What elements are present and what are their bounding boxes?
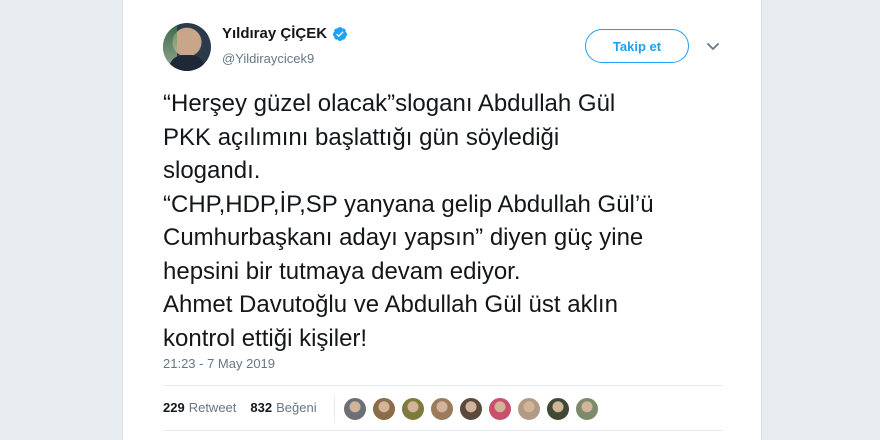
- liker-avatar[interactable]: [546, 397, 570, 421]
- liker-avatars: [343, 397, 604, 421]
- liker-avatar[interactable]: [401, 397, 425, 421]
- tweet-text: “Herşey güzel olacak”sloganı Abdullah Gü…: [163, 90, 654, 352]
- tweet-timestamp[interactable]: 21:23 - 7 May 2019: [163, 356, 275, 371]
- verified-badge-icon: [333, 26, 348, 41]
- divider-top: [163, 385, 723, 386]
- tweet-stats: 229 Retweet 832 Beğeni: [163, 400, 317, 415]
- like-count[interactable]: 832: [250, 400, 272, 415]
- liker-avatar[interactable]: [517, 397, 541, 421]
- stats-divider: [334, 395, 335, 423]
- author-name-row: Yıldıray ÇİÇEK: [222, 25, 348, 42]
- author-handle[interactable]: @Yildiraycicek9: [222, 51, 314, 66]
- liker-avatar[interactable]: [459, 397, 483, 421]
- liker-avatar[interactable]: [343, 397, 367, 421]
- follow-button[interactable]: Takip et: [585, 29, 689, 63]
- divider-bottom: [163, 430, 723, 431]
- chevron-down-icon[interactable]: [705, 38, 721, 54]
- avatar-shirt: [169, 55, 205, 71]
- liker-avatar[interactable]: [430, 397, 454, 421]
- author-name[interactable]: Yıldıray ÇİÇEK: [222, 25, 327, 42]
- tweet-card: Yıldıray ÇİÇEK @Yildiraycicek9 Takip et …: [122, 0, 762, 440]
- like-label[interactable]: Beğeni: [276, 400, 316, 415]
- liker-avatar[interactable]: [372, 397, 396, 421]
- retweet-count[interactable]: 229: [163, 400, 185, 415]
- retweet-label[interactable]: Retweet: [189, 400, 237, 415]
- liker-avatar[interactable]: [488, 397, 512, 421]
- liker-avatar[interactable]: [575, 397, 599, 421]
- author-avatar[interactable]: [163, 23, 211, 71]
